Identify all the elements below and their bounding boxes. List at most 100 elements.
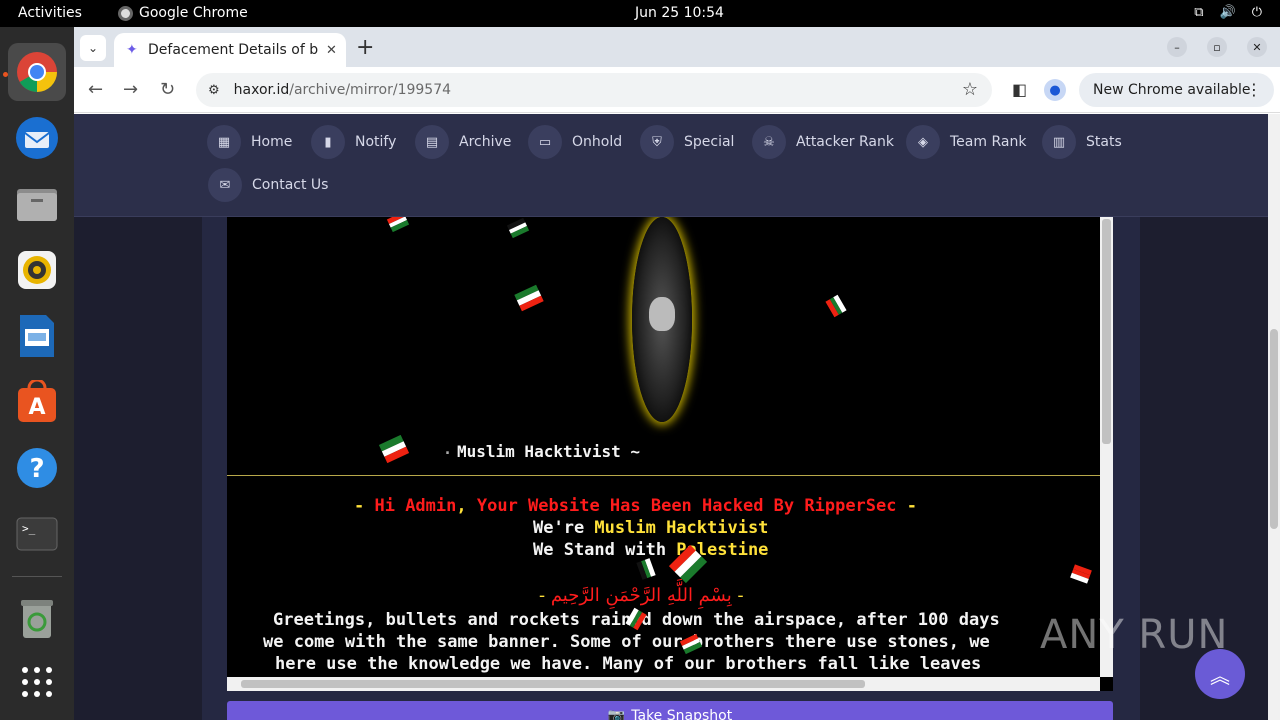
nav-special[interactable]: ⛨ Special	[640, 125, 734, 159]
flag-decoration	[825, 294, 847, 318]
scrollbar-thumb[interactable]	[1270, 329, 1278, 529]
dash-left: -	[354, 496, 375, 516]
focused-app-menu[interactable]: Google Chrome	[118, 5, 248, 21]
tab-close-icon[interactable]: ✕	[326, 43, 337, 58]
nav-contact[interactable]: ✉ Contact Us	[208, 168, 328, 202]
dock-thunderbird[interactable]	[8, 109, 66, 167]
nav-team-rank[interactable]: ◈ Team Rank	[906, 125, 1026, 159]
flag-decoration	[378, 434, 410, 463]
greeting-admin: Hi Admin	[374, 496, 457, 516]
nav-notify[interactable]: ▮ Notify	[311, 125, 396, 159]
bookmark-icon: ▮	[311, 125, 345, 159]
stand-prefix: We Stand with	[533, 540, 677, 560]
dock-chrome[interactable]	[8, 43, 66, 101]
comma: ,	[456, 496, 477, 516]
help-icon: ?	[17, 448, 57, 488]
nav-contact-label: Contact Us	[252, 177, 329, 193]
scrollbar-thumb[interactable]	[1102, 219, 1111, 444]
file-icon: ▭	[528, 125, 562, 159]
hacked-by-text: Your Website Has Been Hacked By RipperSe…	[476, 496, 897, 516]
site-info-icon[interactable]: ⚙	[208, 83, 220, 98]
identity-prefix: We're	[533, 518, 595, 538]
dash-right: -	[896, 496, 917, 516]
hacker-emblem-logo	[632, 217, 692, 422]
dock-rhythmbox[interactable]	[8, 241, 66, 299]
scrollbar-thumb[interactable]	[241, 680, 865, 688]
dock-files[interactable]	[8, 175, 66, 233]
dock-software[interactable]: A	[8, 373, 66, 431]
tab-active[interactable]: ✦ Defacement Details of b ✕	[114, 33, 346, 67]
activities-button[interactable]: Activities	[18, 5, 82, 21]
close-window-button[interactable]: ✕	[1247, 37, 1267, 57]
nav-onhold-label: Onhold	[572, 134, 623, 150]
page-scrollbar[interactable]	[1268, 114, 1280, 720]
mirror-horizontal-scrollbar[interactable]	[227, 677, 1100, 691]
svg-text:>_: >_	[22, 522, 36, 535]
arabic-dash-right: -	[731, 585, 744, 606]
show-apps-button[interactable]	[8, 653, 66, 711]
browser-toolbar: ← → ↻ ⚙ haxor.id/archive/mirror/199574 ☆…	[74, 67, 1280, 113]
dock-help[interactable]: ?	[8, 439, 66, 497]
shield-icon: ⛨	[640, 125, 674, 159]
defacement-mirror-frame[interactable]: · Muslim Hacktivist ~ - Hi Admin, Your W…	[227, 217, 1113, 691]
dock-trash[interactable]	[8, 589, 66, 647]
folder-icon	[17, 189, 57, 221]
profile-avatar-icon[interactable]: ●	[1044, 79, 1066, 101]
identity-line: We're Muslim Hacktivist	[533, 518, 768, 538]
thunderbird-icon	[16, 117, 58, 159]
update-chrome-button[interactable]: New Chrome available ⋮	[1079, 73, 1274, 107]
nav-home-label: Home	[251, 134, 293, 150]
address-bar[interactable]: ⚙ haxor.id/archive/mirror/199574 ☆	[196, 73, 992, 107]
flag-decoration	[636, 558, 656, 580]
nav-team-rank-label: Team Rank	[950, 134, 1027, 150]
skull-icon: ☠	[752, 125, 786, 159]
svg-text:?: ?	[29, 454, 44, 484]
back-button[interactable]: ←	[88, 79, 103, 100]
mirror-vertical-scrollbar[interactable]	[1100, 217, 1113, 677]
dock: A ? >_	[0, 27, 74, 720]
flag-decoration	[506, 217, 530, 238]
take-snapshot-button[interactable]: 📷 Take Snapshot	[227, 701, 1113, 720]
arabic-basmala: بِسْمِ اللَّهِ الرَّحْمَنِ الرَّحِيم	[550, 585, 732, 606]
flag-decoration	[514, 284, 544, 312]
dock-impress[interactable]	[8, 307, 66, 365]
tab-strip: ⌄ ✦ Defacement Details of b ✕ + – ▫ ✕	[74, 27, 1280, 67]
maximize-button[interactable]: ▫	[1207, 37, 1227, 57]
system-tray[interactable]: ⧉ 🔊 ⏻	[1194, 5, 1262, 20]
reload-button[interactable]: ↻	[160, 79, 175, 100]
system-top-bar: Activities Google Chrome Jun 25 10:54 ⧉ …	[0, 0, 1280, 27]
focused-app-name: Google Chrome	[139, 5, 248, 21]
hacked-by-line: - Hi Admin, Your Website Has Been Hacked…	[354, 496, 917, 516]
forward-button[interactable]: →	[123, 79, 138, 100]
nav-archive[interactable]: ▤ Archive	[415, 125, 511, 159]
bookmark-star-icon[interactable]: ☆	[962, 79, 978, 100]
new-tab-button[interactable]: +	[356, 35, 374, 60]
nav-stats[interactable]: ▥ Stats	[1042, 125, 1122, 159]
nav-attacker-rank[interactable]: ☠ Attacker Rank	[752, 125, 894, 159]
nav-onhold[interactable]: ▭ Onhold	[528, 125, 622, 159]
network-icon: ⧉	[1194, 5, 1204, 20]
clock[interactable]: Jun 25 10:54	[635, 5, 724, 21]
update-label: New Chrome available	[1093, 82, 1251, 98]
camera-icon: 📷	[607, 708, 626, 720]
nav-home[interactable]: ▦ Home	[207, 125, 292, 159]
subtitle-prefix: ·	[443, 444, 453, 462]
chrome-icon	[17, 52, 57, 92]
tab-search-button[interactable]: ⌄	[80, 35, 106, 61]
dock-terminal[interactable]: >_	[8, 505, 66, 563]
dock-separator	[12, 576, 62, 577]
side-panel-icon[interactable]: ◧	[1012, 80, 1027, 99]
svg-text:A: A	[28, 395, 45, 420]
mail-icon: ✉	[208, 168, 242, 202]
minimize-button[interactable]: –	[1167, 37, 1187, 57]
app-grid-icon	[22, 667, 52, 697]
identity-group: Muslim Hacktivist	[594, 518, 769, 538]
trash-icon	[21, 600, 53, 638]
more-menu-icon[interactable]: ⋮	[1246, 80, 1262, 99]
divider	[227, 475, 1100, 476]
site-favicon-icon: ✦	[126, 42, 138, 58]
store-icon: A	[18, 380, 56, 422]
flag-decoration	[1070, 564, 1092, 584]
presentation-icon	[20, 315, 54, 357]
nav-archive-label: Archive	[459, 134, 512, 150]
